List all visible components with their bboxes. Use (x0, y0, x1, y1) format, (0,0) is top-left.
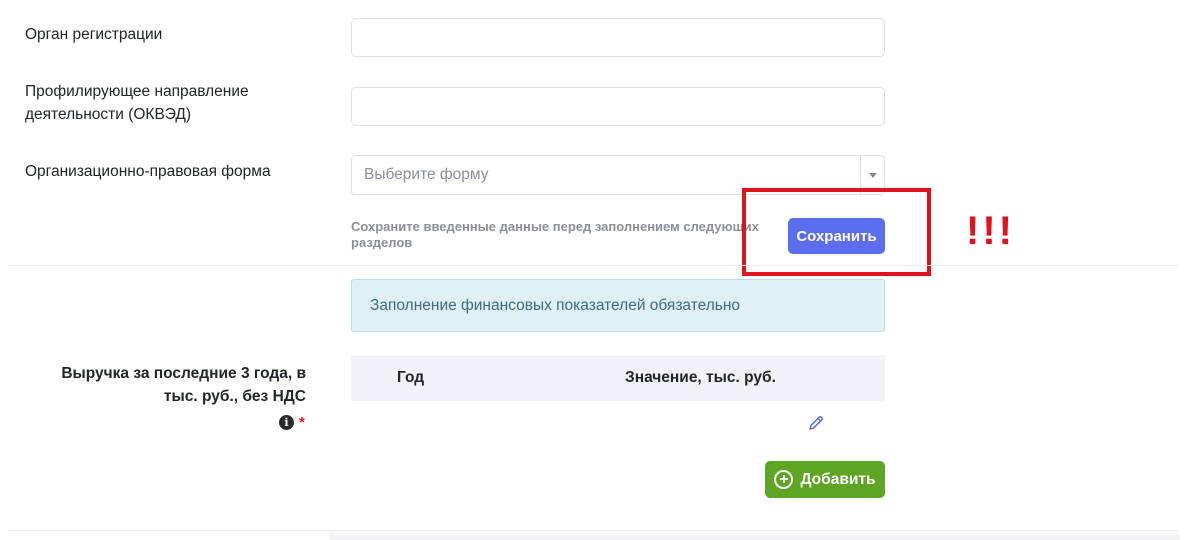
revenue-label-line2: тыс. руб., без НДС (163, 388, 306, 405)
save-hint: Сохраните введенные данные перед заполне… (351, 219, 781, 251)
legal-form-placeholder: Выберите форму (364, 166, 489, 183)
column-header-year: Год (397, 369, 425, 386)
annotation-exclamation: !!! (966, 209, 1015, 253)
info-circle-icon[interactable]: i (279, 415, 294, 430)
okved-label-line1: Профилирующее направление (25, 83, 249, 100)
finance-alert: Заполнение финансовых показателей обязат… (351, 279, 885, 332)
okved-input[interactable] (351, 87, 885, 126)
section-divider (8, 265, 1178, 266)
revenue-label: Выручка за последние 3 года, в тыс. руб.… (46, 362, 306, 408)
revenue-label-line1: Выручка за последние 3 года, в (61, 365, 306, 382)
revenue-info-row: i * (279, 414, 305, 431)
revenue-table-header: Год Значение, тыс. руб. (351, 355, 885, 401)
add-button-label: Добавить (800, 470, 876, 488)
annotation-highlight-box (742, 188, 931, 276)
add-button[interactable]: + Добавить (765, 461, 885, 498)
save-hint-line1: Сохраните введенные данные перед заполне… (351, 219, 759, 234)
legal-form-label: Организационно-правовая форма (25, 163, 271, 180)
required-mark: * (299, 414, 305, 431)
plus-circle-icon: + (774, 470, 794, 489)
okved-label-line2: деятельности (ОКВЭД) (25, 106, 192, 123)
column-header-value: Значение, тыс. руб. (625, 369, 776, 386)
page: Орган регистрации Профилирующее направле… (0, 0, 1185, 540)
registration-authority-input[interactable] (351, 18, 885, 57)
bottom-shade (330, 528, 1180, 540)
save-hint-line2: разделов (351, 235, 413, 250)
registration-authority-label: Орган регистрации (25, 26, 163, 43)
okved-label: Профилирующее направление деятельности (… (25, 80, 249, 126)
pencil-icon[interactable] (807, 414, 825, 432)
